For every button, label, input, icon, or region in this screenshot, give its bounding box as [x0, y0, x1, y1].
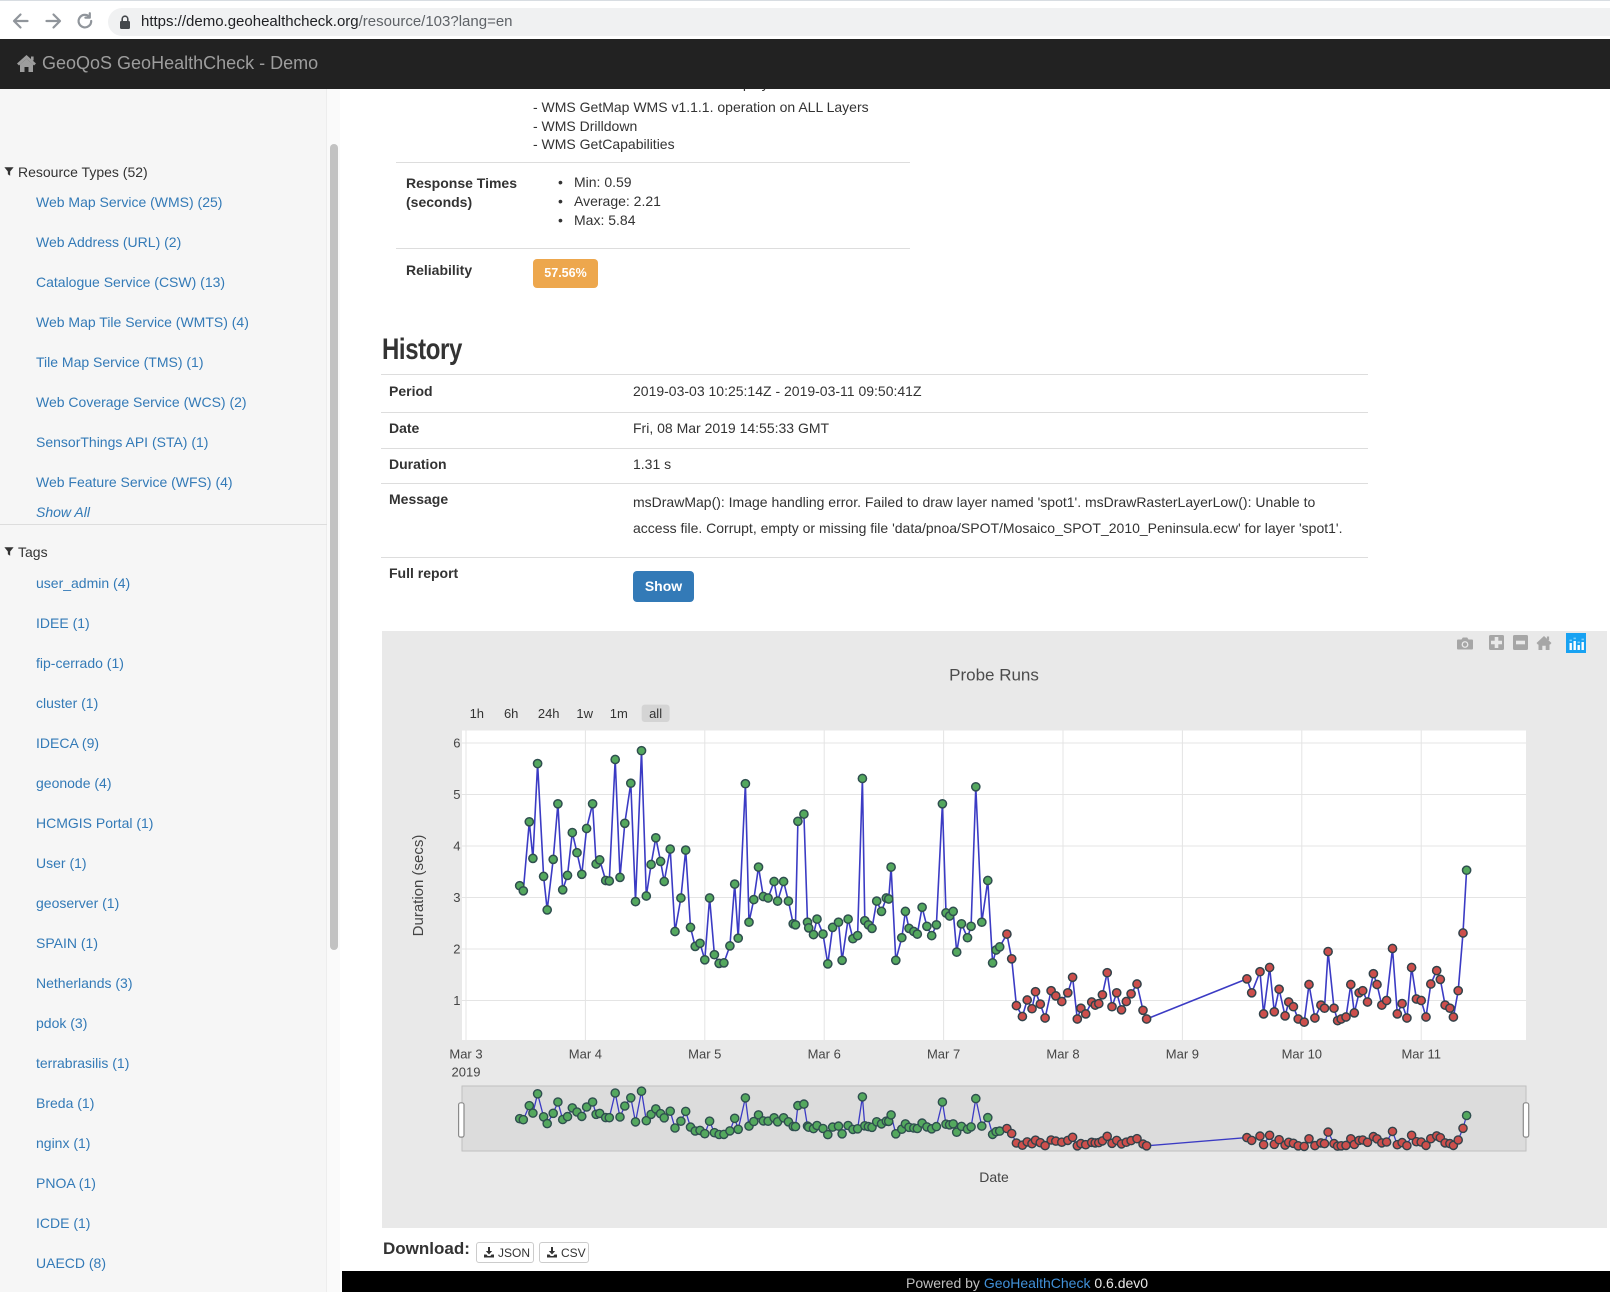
svg-text:Mar 7: Mar 7	[927, 1047, 960, 1062]
svg-text:Mar 3: Mar 3	[449, 1047, 482, 1062]
svg-text:Mar 11: Mar 11	[1401, 1047, 1441, 1062]
svg-text:24h: 24h	[538, 706, 560, 721]
svg-text:2019: 2019	[452, 1064, 481, 1079]
svg-text:Mar 6: Mar 6	[808, 1047, 841, 1062]
svg-text:2: 2	[453, 942, 460, 957]
svg-text:1w: 1w	[576, 706, 593, 721]
svg-text:Mar 9: Mar 9	[1166, 1047, 1199, 1062]
svg-text:all: all	[649, 706, 662, 721]
svg-text:Mar 10: Mar 10	[1282, 1047, 1322, 1062]
svg-text:Duration (secs): Duration (secs)	[410, 835, 427, 937]
svg-text:6: 6	[453, 736, 460, 751]
svg-text:4: 4	[453, 839, 460, 854]
svg-text:Mar 4: Mar 4	[569, 1047, 602, 1062]
svg-text:1h: 1h	[470, 706, 484, 721]
svg-text:Mar 5: Mar 5	[688, 1047, 721, 1062]
svg-text:1: 1	[453, 993, 460, 1008]
svg-text:Date: Date	[979, 1169, 1009, 1185]
svg-text:Probe Runs: Probe Runs	[949, 666, 1039, 685]
svg-text:6h: 6h	[504, 706, 518, 721]
svg-text:Mar 8: Mar 8	[1046, 1047, 1079, 1062]
svg-text:5: 5	[453, 787, 460, 802]
svg-text:3: 3	[453, 890, 460, 905]
svg-text:1m: 1m	[610, 706, 628, 721]
